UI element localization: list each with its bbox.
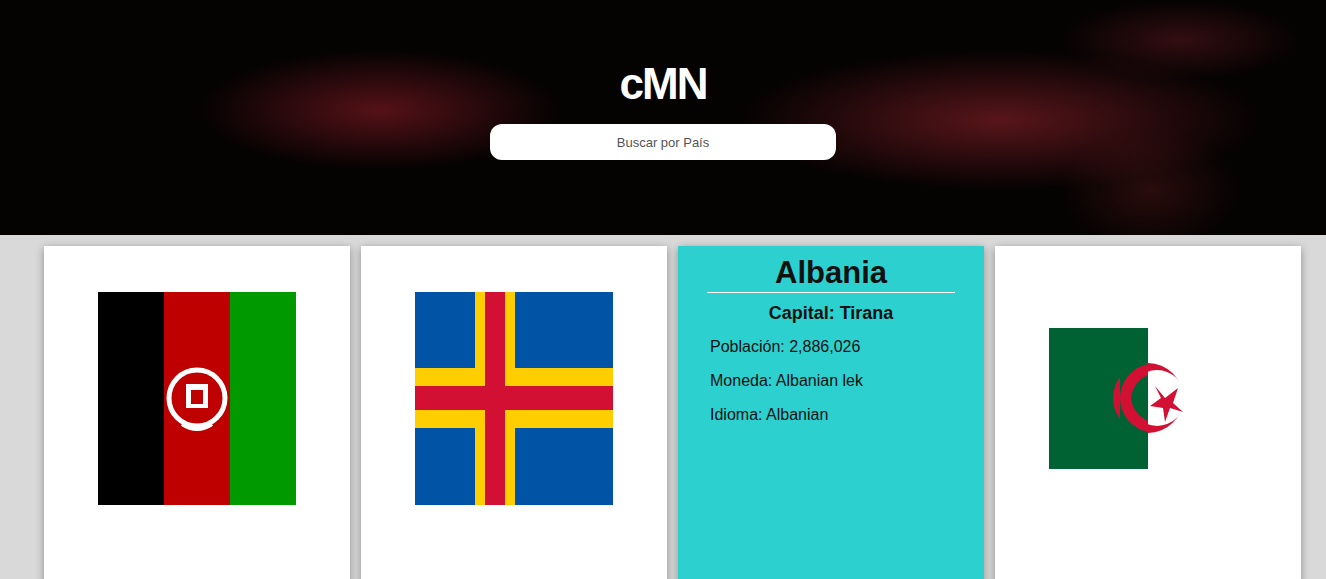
page: cMN Albania Capital: Tirana Población: 2,88… <box>0 0 1326 579</box>
search-input[interactable] <box>490 124 836 160</box>
country-info: Albania Capital: Tirana Población: 2,886,0… <box>678 246 984 438</box>
country-card[interactable]: Albania Capital: Tirana Población: 2,886,0… <box>678 246 984 579</box>
country-detail: Moneda: Albanian lek <box>710 370 984 392</box>
logo[interactable]: cMN <box>620 56 707 112</box>
country-capital: Capital: Tirana <box>678 303 984 324</box>
country-card[interactable] <box>995 246 1301 579</box>
afghanistan-flag-icon <box>98 292 296 505</box>
algeria-flag-icon <box>1049 328 1247 469</box>
hero-header: cMN <box>0 0 1326 235</box>
country-card[interactable] <box>44 246 350 579</box>
country-detail: Población: 2,886,026 <box>710 336 984 358</box>
country-grid: Albania Capital: Tirana Población: 2,886,0… <box>0 235 1326 579</box>
country-card[interactable] <box>361 246 667 579</box>
country-name: Albania <box>707 256 955 293</box>
country-detail: Idioma: Albanian <box>710 404 984 426</box>
aland-flag-icon <box>415 292 613 505</box>
